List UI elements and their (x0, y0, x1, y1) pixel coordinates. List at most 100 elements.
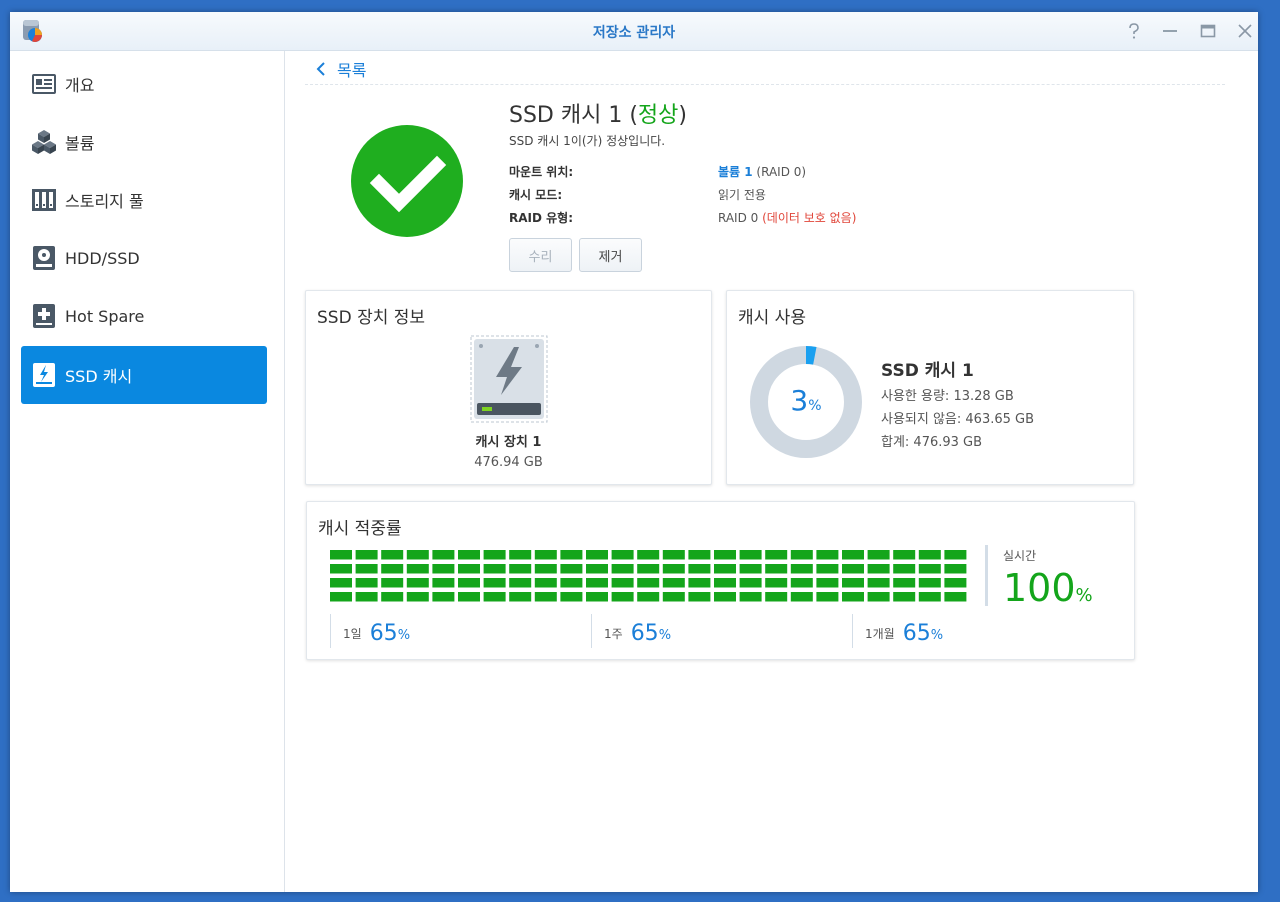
sidebar-item-label: 개요 (65, 76, 95, 95)
realtime-value: 100% (1003, 566, 1093, 610)
sidebar-item-ssd-cache[interactable]: SSD 캐시 (21, 346, 267, 404)
hit-rate-bar-segment (381, 578, 404, 588)
mount-location-value: 볼륨 1 (RAID 0) (718, 165, 807, 179)
hit-rate-bar-segment (867, 550, 890, 560)
realtime-hit-rate-bar-meter (330, 550, 967, 602)
hit-rate-bar-segment (790, 550, 813, 560)
hit-rate-bar-segment (355, 592, 378, 602)
hit-rate-bar-segment (662, 592, 685, 602)
hit-rate-bar-segment (560, 592, 583, 602)
page-title: SSD 캐시 1 (정상) (509, 103, 687, 128)
hit-rate-bar-segment (586, 578, 608, 588)
volume-link[interactable]: 볼륨 1 (718, 165, 753, 179)
cache-hit-rate-card: 캐시 적중률 실시간 100% 1일 65% 1주 65% 1개월 65% (306, 501, 1135, 660)
mount-location-key: 마운트 위치: (509, 165, 574, 179)
remove-button[interactable]: 제거 (579, 238, 642, 272)
hit-rate-bar-segment (509, 550, 532, 560)
hdd-icon (33, 246, 55, 270)
hit-rate-bar-segment (688, 592, 711, 602)
hit-rate-bar-segment (918, 564, 941, 574)
hit-rate-bar-segment (637, 550, 660, 560)
sidebar-item-overview[interactable]: 개요 (21, 55, 267, 113)
hit-rate-bar-segment (381, 592, 404, 602)
hit-rate-bar-segment (688, 564, 711, 574)
realtime-label: 실시간 (1003, 549, 1037, 563)
hit-rate-bar-segment (739, 578, 762, 588)
hit-rate-bar-segment (816, 578, 839, 588)
title-bar[interactable]: 저장소 관리자 (10, 12, 1258, 51)
usage-percent: 3% (790, 384, 822, 417)
hit-rate-bar-segment (662, 578, 685, 588)
hit-rate-bar-segment (714, 578, 736, 588)
hit-rate-month: 1개월 65% (852, 614, 1113, 648)
storage-pool-icon (32, 189, 56, 211)
hit-rate-bar-segment (611, 550, 634, 560)
hit-rate-bar-segment (458, 578, 480, 588)
hit-rate-bar-segment (816, 550, 839, 560)
hit-rate-bar-segment (330, 592, 352, 602)
hit-rate-bar-segment (842, 564, 864, 574)
minimize-icon[interactable] (1159, 20, 1181, 42)
hit-rate-bar-segment (637, 564, 660, 574)
storage-manager-window: 저장소 관리자 개요 볼륨 스토리지 풀 HDD/SSD Hot Spare S… (10, 12, 1258, 892)
hit-rate-bar-segment (611, 592, 634, 602)
hit-rate-bar-segment (534, 592, 557, 602)
cache-name: SSD 캐시 1 (881, 361, 974, 381)
hit-rate-bar-segment (483, 578, 506, 588)
hit-rate-bar-segment (688, 578, 711, 588)
hit-rate-bar-segment (944, 592, 967, 602)
device-size: 476.94 GB (474, 455, 543, 470)
help-icon[interactable] (1123, 20, 1145, 42)
sidebar-item-label: 볼륨 (65, 134, 95, 153)
hit-rate-bar-segment (432, 564, 455, 574)
sidebar-item-hdd-ssd[interactable]: HDD/SSD (21, 229, 267, 287)
sidebar-item-volume[interactable]: 볼륨 (21, 113, 267, 171)
hit-rate-bar-segment (893, 564, 916, 574)
hit-rate-week: 1주 65% (591, 614, 852, 648)
hit-rate-bar-segment (432, 550, 455, 560)
realtime-divider (985, 545, 988, 606)
hit-rate-bar-segment (406, 550, 429, 560)
hit-rate-bar-segment (560, 578, 583, 588)
hit-rate-bar-segment (816, 592, 839, 602)
hit-rate-bar-segment (739, 592, 762, 602)
hit-rate-bar-segment (560, 550, 583, 560)
hit-rate-bar-segment (893, 578, 916, 588)
used-capacity: 사용한 용량: 13.28 GB (881, 389, 1014, 404)
hit-rate-bar-segment (918, 550, 941, 560)
hit-rate-bar-segment (765, 592, 788, 602)
hit-rate-bar-segment (765, 578, 788, 588)
maximize-icon[interactable] (1197, 20, 1219, 42)
ssd-device-icon[interactable] (470, 335, 548, 423)
close-icon[interactable] (1234, 20, 1256, 42)
sidebar-item-storage-pool[interactable]: 스토리지 풀 (21, 171, 267, 229)
hit-rate-bar-segment (586, 564, 608, 574)
hot-spare-icon (33, 304, 55, 328)
hit-rate-bar-segment (381, 550, 404, 560)
sidebar-nav: 개요 볼륨 스토리지 풀 HDD/SSD Hot Spare SSD 캐시 (10, 51, 285, 892)
cache-usage-card: 캐시 사용 3% SSD 캐시 1 사용한 용량: 13.28 GB 사용되지 … (726, 290, 1134, 485)
total-capacity: 합계: 476.93 GB (881, 435, 983, 450)
hit-rate-bar-segment (458, 550, 480, 560)
sidebar-item-label: Hot Spare (65, 306, 145, 326)
hit-rate-bar-segment (355, 578, 378, 588)
repair-button[interactable]: 수리 (509, 238, 572, 272)
sidebar-item-hot-spare[interactable]: Hot Spare (21, 287, 267, 345)
hit-rate-bar-segment (688, 550, 711, 560)
hit-rate-bar-segment (842, 578, 864, 588)
hit-rate-bar-segment (918, 592, 941, 602)
hit-rate-bar-segment (355, 550, 378, 560)
hit-rate-bar-segment (483, 550, 506, 560)
sidebar-item-label: 스토리지 풀 (65, 192, 144, 211)
hit-rate-bar-segment (944, 550, 967, 560)
hit-rate-bar-segment (509, 564, 532, 574)
back-to-list-button[interactable]: 목록 (315, 57, 366, 81)
hit-rate-bar-segment (483, 564, 506, 574)
hit-rate-bar-segment (662, 564, 685, 574)
cache-mode-key: 캐시 모드: (509, 188, 563, 202)
hit-rate-bar-segment (355, 564, 378, 574)
hit-rate-bar-segment (509, 578, 532, 588)
ssd-cache-icon (33, 363, 55, 387)
device-name: 캐시 장치 1 (475, 435, 542, 450)
card-title: 캐시 사용 (738, 308, 806, 328)
